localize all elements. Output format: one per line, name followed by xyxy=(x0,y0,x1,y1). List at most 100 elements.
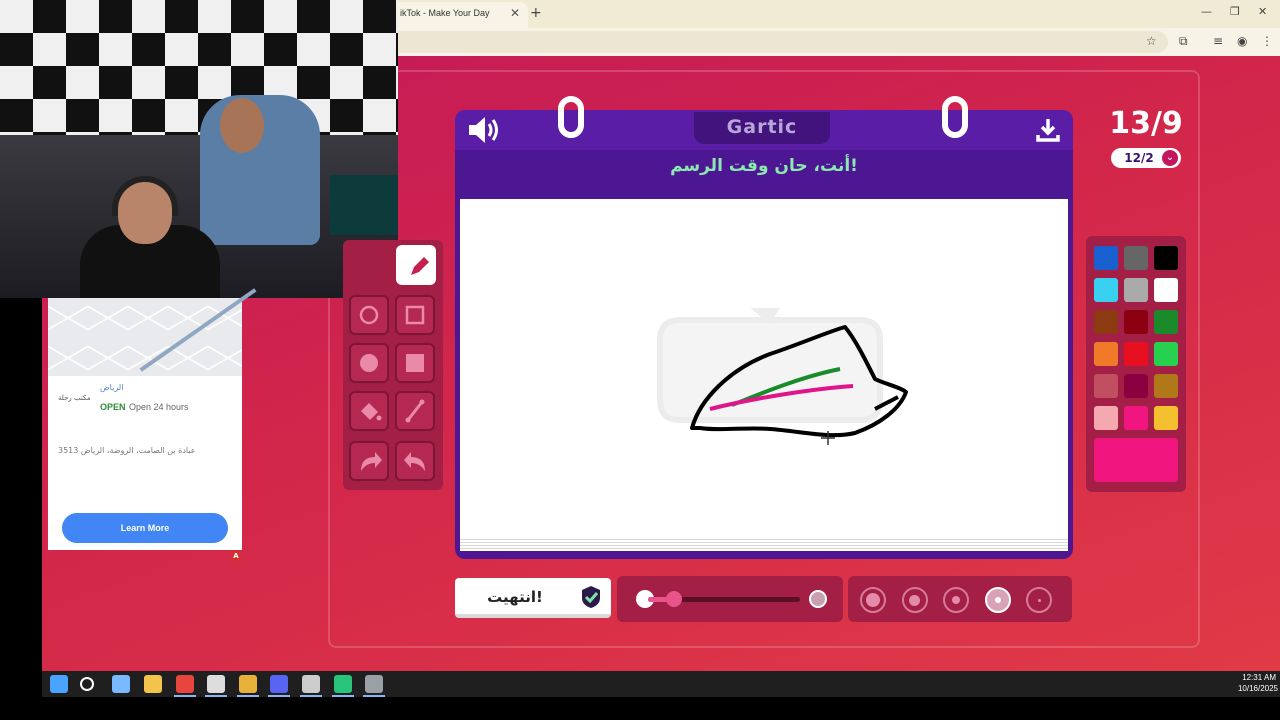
turn-chevron-icon[interactable]: ⌄ xyxy=(1162,150,1178,166)
ad-logo: مكتب رحلة xyxy=(58,394,91,402)
taskbar-start-icon[interactable] xyxy=(50,675,68,693)
taskbar-active-indicator xyxy=(237,695,259,697)
brush-size-dot xyxy=(994,597,1001,603)
webcam-overlay xyxy=(0,0,398,298)
circle-filled-icon xyxy=(360,354,378,372)
color-swatch[interactable] xyxy=(1094,374,1118,398)
color-swatch[interactable] xyxy=(1094,246,1118,270)
close-window-button[interactable]: ✕ xyxy=(1258,5,1267,18)
brush-size-option[interactable] xyxy=(901,587,928,613)
square-outline-icon xyxy=(405,305,425,325)
color-swatch[interactable] xyxy=(1124,374,1148,398)
brush-size-option[interactable] xyxy=(984,587,1011,613)
check-icon xyxy=(582,586,600,608)
circle-outline-icon xyxy=(359,305,379,325)
taskbar-active-indicator xyxy=(268,695,290,697)
color-swatch[interactable] xyxy=(1154,406,1178,430)
taskbar-settings-icon[interactable] xyxy=(302,675,320,693)
taskbar-shield-icon[interactable] xyxy=(365,675,383,693)
taskbar-active-indicator xyxy=(332,695,354,697)
media-controls-icon[interactable]: ≡ xyxy=(1213,34,1223,48)
browser-menu-icon[interactable]: ⋮ xyxy=(1261,34,1273,48)
color-swatch[interactable] xyxy=(1124,342,1148,366)
taskbar-active-indicator xyxy=(205,695,227,697)
round-counter: 13/9 xyxy=(1109,106,1183,141)
tool-undo[interactable] xyxy=(395,441,435,481)
learn-more-button[interactable]: Learn More xyxy=(62,513,228,543)
color-swatch[interactable] xyxy=(1154,310,1178,334)
color-swatch[interactable] xyxy=(1094,278,1118,302)
color-swatch[interactable] xyxy=(1124,278,1148,302)
tool-pencil[interactable] xyxy=(396,245,436,285)
extensions-icon[interactable]: ⧉ xyxy=(1179,34,1188,49)
fill-bucket-icon xyxy=(361,403,382,421)
brush-size-option[interactable] xyxy=(943,587,969,613)
turn-counter: 12/2 xyxy=(1124,151,1154,165)
ad-choices-badge[interactable]: A xyxy=(231,551,241,561)
tool-fill-bucket[interactable] xyxy=(349,391,389,431)
browser-tab[interactable]: ikTok - Make Your Day ✕ xyxy=(398,2,528,28)
color-swatch[interactable] xyxy=(1154,278,1178,302)
binder-ring-right xyxy=(942,96,968,138)
tool-square-filled[interactable] xyxy=(395,343,435,383)
taskbar-discord-icon[interactable] xyxy=(270,675,288,693)
color-swatch[interactable] xyxy=(1154,342,1178,366)
tool-square-outline[interactable] xyxy=(395,295,435,335)
paper-stack-edge xyxy=(460,537,1068,551)
color-swatch[interactable] xyxy=(1124,406,1148,430)
color-swatch[interactable] xyxy=(1094,406,1118,430)
restore-button[interactable]: ❐ xyxy=(1230,5,1240,18)
taskbar-active-indicator xyxy=(300,695,322,697)
standing-person-head xyxy=(220,98,264,153)
opacity-slider-handle[interactable] xyxy=(665,591,682,607)
new-tab-button[interactable]: + xyxy=(530,5,542,21)
line-icon xyxy=(405,399,425,423)
taskbar-search-icon[interactable] xyxy=(80,677,94,691)
room-monitor xyxy=(330,175,398,235)
brush-size-dot xyxy=(1037,598,1041,602)
screen: ikTok - Make Your Day ✕ + — ❐ ✕ ☆ ⧉ ≡ ◉ … xyxy=(0,0,1280,720)
taskbar-active-indicator xyxy=(363,695,385,697)
color-swatch[interactable] xyxy=(1154,246,1178,270)
taskbar-active-indicator xyxy=(174,695,196,697)
redo-icon xyxy=(361,452,382,471)
brush-size-option[interactable] xyxy=(1026,587,1052,613)
taskbar-chrome-icon[interactable] xyxy=(176,675,194,693)
profile-icon[interactable]: ◉ xyxy=(1237,34,1247,48)
color-swatch[interactable] xyxy=(1124,310,1148,334)
square-filled-icon xyxy=(406,354,424,372)
current-color-preview xyxy=(1094,438,1178,482)
ad-place-name[interactable]: الرياض xyxy=(100,383,123,392)
windows-taskbar xyxy=(42,671,1280,697)
tool-redo[interactable] xyxy=(349,441,389,481)
minimize-button[interactable]: — xyxy=(1201,5,1212,18)
color-swatch[interactable] xyxy=(1094,342,1118,366)
tab-close-icon[interactable]: ✕ xyxy=(510,6,520,20)
taskbar-copilot-icon[interactable] xyxy=(112,675,130,693)
clock-time[interactable]: 12:31 AM xyxy=(1216,673,1276,682)
download-icon[interactable] xyxy=(1034,116,1062,144)
ad-address: 3513 عبادة بن الصامت، الروضة، الرياض xyxy=(58,446,196,455)
taskbar-obs-icon[interactable] xyxy=(207,675,225,693)
taskbar-chrome-profile-icon[interactable] xyxy=(239,675,257,693)
ad-open-status: OPEN xyxy=(100,402,126,412)
taskbar-file-explorer-icon[interactable] xyxy=(144,675,162,693)
bookmark-star-icon[interactable]: ☆ xyxy=(1146,34,1157,48)
tool-line[interactable] xyxy=(395,391,435,431)
color-swatch[interactable] xyxy=(1124,246,1148,270)
address-bar[interactable] xyxy=(398,31,1168,53)
speaker-icon[interactable] xyxy=(466,114,500,146)
brush-size-option[interactable] xyxy=(860,587,886,613)
tool-circle-outline[interactable] xyxy=(349,295,389,335)
acoustic-panel-wall xyxy=(0,0,398,135)
tool-circle-filled[interactable] xyxy=(349,343,389,383)
pencil-icon xyxy=(411,257,429,275)
color-swatch[interactable] xyxy=(1154,374,1178,398)
done-button-label: انتهيت! xyxy=(487,588,543,606)
color-swatch[interactable] xyxy=(1094,310,1118,334)
tab-title: ikTok - Make Your Day xyxy=(400,8,490,18)
taskbar-app-green-icon[interactable] xyxy=(334,675,352,693)
binder-ring-left xyxy=(558,96,584,138)
undo-icon xyxy=(404,452,425,471)
clock-date[interactable]: 10/16/2025 xyxy=(1216,684,1278,693)
